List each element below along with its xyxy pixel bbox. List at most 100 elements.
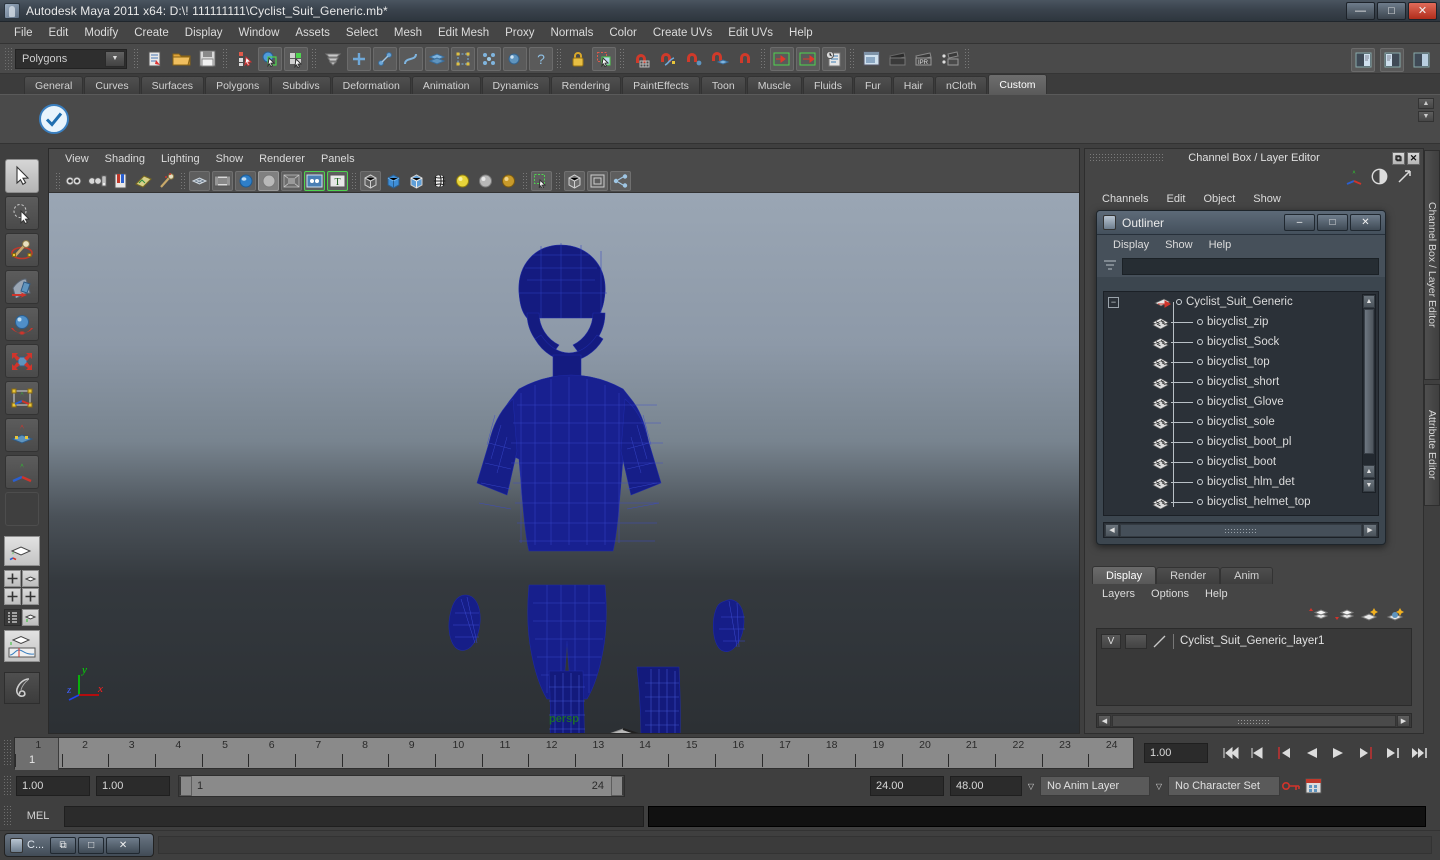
hardware-texturing-icon[interactable] <box>429 171 450 191</box>
snap-view-icon[interactable] <box>733 47 757 71</box>
outliner-hscroll-track[interactable] <box>1120 523 1362 537</box>
shelf-tab-surfaces[interactable]: Surfaces <box>140 76 205 94</box>
outliner-tree[interactable]: − Cyclist_Suit_Generic bicyclist_zip bicycl… <box>1103 291 1379 516</box>
channelbox-menu-object[interactable]: Object <box>1194 191 1244 207</box>
layer-hscroll-grip[interactable] <box>1237 718 1271 725</box>
menu-create-uvs[interactable]: Create UVs <box>645 24 720 42</box>
select-handle-icon[interactable] <box>503 46 527 71</box>
outliner-item-bicyclist_Glove[interactable]: bicyclist_Glove <box>1104 392 1378 412</box>
universal-manipulator-tool[interactable] <box>5 381 39 415</box>
render-current-frame-icon[interactable] <box>885 47 909 71</box>
go-to-end-icon[interactable] <box>1407 741 1432 765</box>
wireframe-shading-icon[interactable] <box>360 170 381 191</box>
vertical-tab-attribute-editor[interactable]: Attribute Editor <box>1424 384 1440 506</box>
share-icon[interactable] <box>610 170 631 191</box>
film-gate-icon[interactable] <box>212 170 233 191</box>
text-toggle-icon[interactable]: T <box>327 170 348 191</box>
channelbox-menu-edit[interactable]: Edit <box>1157 191 1194 207</box>
minimize-button[interactable]: — <box>1346 1 1375 20</box>
select-tool[interactable] <box>5 159 39 193</box>
ipr-render-icon[interactable]: IPR <box>911 47 935 71</box>
layer-editor-tab-anim[interactable]: Anim <box>1220 567 1274 584</box>
layer-list[interactable]: V Cyclist_Suit_Generic_layer1 <box>1096 628 1412 706</box>
persp-outliner-layout[interactable] <box>22 609 39 626</box>
time-slider-gripper[interactable] <box>3 739 12 767</box>
expand-collapse-toggle[interactable]: − <box>1108 296 1119 308</box>
range-right-handle[interactable] <box>611 776 624 796</box>
shelf-tab-subdivs[interactable]: Subdivs <box>271 76 331 94</box>
viewport-menu-renderer[interactable]: Renderer <box>251 151 313 167</box>
isolate-select-icon[interactable] <box>531 170 552 191</box>
menu-normals[interactable]: Normals <box>543 24 602 42</box>
layer-menu-help[interactable]: Help <box>1197 586 1236 602</box>
taskbar-close-button[interactable]: ✕ <box>106 836 141 854</box>
menu-edit[interactable]: Edit <box>41 24 77 42</box>
shelf-tab-painteffects[interactable]: PaintEffects <box>622 76 700 94</box>
layer-scroll-right-button[interactable]: ▶ <box>1397 714 1410 727</box>
layer-editor-tab-render[interactable]: Render <box>1156 567 1221 584</box>
vertical-tab-channel-box[interactable]: Channel Box / Layer Editor <box>1424 150 1440 380</box>
two-pane-layout[interactable] <box>4 588 21 605</box>
character-set-dropdown-arrow[interactable]: ▽ <box>1150 776 1168 796</box>
viewport-menu-panels[interactable]: Panels <box>313 151 363 167</box>
shelf-tab-fur[interactable]: Fur <box>853 76 892 94</box>
layer-editor-horizontal-scrollbar[interactable]: ◀ ▶ <box>1096 713 1412 728</box>
gate-mask-icon[interactable] <box>258 170 279 191</box>
shelf-tab-hair[interactable]: Hair <box>892 76 934 94</box>
outliner-scroll-right-button[interactable]: ▶ <box>1363 523 1377 537</box>
curve-icon[interactable] <box>399 46 423 71</box>
taskbar-item[interactable]: C... ⧉ □ ✕ <box>4 833 154 857</box>
lighting-default-icon[interactable] <box>475 171 496 191</box>
outliner-scroll-down-button[interactable]: ▼ <box>1363 479 1375 492</box>
dock-close-button[interactable]: ✕ <box>1407 151 1420 165</box>
show-hide-attribute-editor-icon[interactable] <box>1351 48 1375 72</box>
command-language-label[interactable]: MEL <box>12 810 64 822</box>
outliner-item-bicyclist_boot[interactable]: bicyclist_boot <box>1104 452 1378 472</box>
uvs-icon[interactable] <box>451 46 475 71</box>
undock-button[interactable]: ⧉ <box>1392 151 1405 165</box>
taskbar-maximize-button[interactable]: □ <box>78 836 105 854</box>
viewport-menu-show[interactable]: Show <box>208 151 252 167</box>
attribute-editor-icon[interactable] <box>1396 168 1413 188</box>
playback-end-time-field[interactable]: 24.00 <box>870 776 944 796</box>
lasso-select-tool[interactable] <box>5 196 39 230</box>
layer-editor-tab-display[interactable]: Display <box>1092 566 1157 584</box>
new-scene-icon[interactable] <box>143 47 167 71</box>
paint-select-tool[interactable] <box>5 233 39 267</box>
two-d-pan-zoom-icon[interactable] <box>156 171 177 191</box>
move-layer-up-icon[interactable] <box>1360 606 1380 625</box>
step-back-frame-icon[interactable] <box>1272 741 1297 765</box>
menu-color[interactable]: Color <box>601 24 644 42</box>
outliner-item-bicyclist_short[interactable]: bicyclist_short <box>1104 372 1378 392</box>
marquee-select-icon[interactable] <box>592 46 616 71</box>
filter-icon[interactable] <box>1103 259 1117 273</box>
grid-toggle-icon[interactable] <box>189 170 210 191</box>
shelf-tab-general[interactable]: General <box>24 76 84 94</box>
outliner-scroll-down-page-button[interactable]: ▲ <box>1363 465 1375 478</box>
playback-start-time-field[interactable]: 1.00 <box>96 776 170 796</box>
menu-assets[interactable]: Assets <box>287 24 338 42</box>
shelf-tab-deformation[interactable]: Deformation <box>331 76 411 94</box>
outliner-horizontal-scrollbar[interactable]: ◀ ▶ <box>1103 522 1379 538</box>
menu-edit-mesh[interactable]: Edit Mesh <box>430 24 497 42</box>
viewport-toolbar-gripper[interactable] <box>55 171 61 190</box>
outliner-scroll-up-button[interactable]: ▲ <box>1363 295 1375 308</box>
play-backwards-icon[interactable] <box>1299 741 1324 765</box>
outliner-item-bicyclist_zip[interactable]: bicyclist_zip <box>1104 312 1378 332</box>
layer-scroll-left-button[interactable]: ◀ <box>1098 714 1111 727</box>
custom-check-icon[interactable] <box>38 103 70 135</box>
component-mask-icon[interactable] <box>321 47 345 71</box>
anim-layer-dropdown[interactable]: No Anim Layer <box>1040 776 1150 796</box>
move-tool[interactable] <box>5 270 39 304</box>
select-camera-icon[interactable] <box>64 171 85 191</box>
viewport-3d-canvas[interactable]: y x z persp <box>49 193 1079 733</box>
vertex-faces-icon[interactable] <box>477 46 501 71</box>
undo-icon[interactable] <box>232 47 256 71</box>
last-tool-used[interactable] <box>5 455 39 489</box>
menu-edit-uvs[interactable]: Edit UVs <box>720 24 781 42</box>
image-plane-icon[interactable] <box>133 171 154 191</box>
command-line-gripper[interactable] <box>3 805 12 827</box>
layer-menu-options[interactable]: Options <box>1143 586 1197 602</box>
layer-visibility-toggle[interactable]: V <box>1101 634 1121 649</box>
go-to-start-icon[interactable] <box>1218 741 1243 765</box>
